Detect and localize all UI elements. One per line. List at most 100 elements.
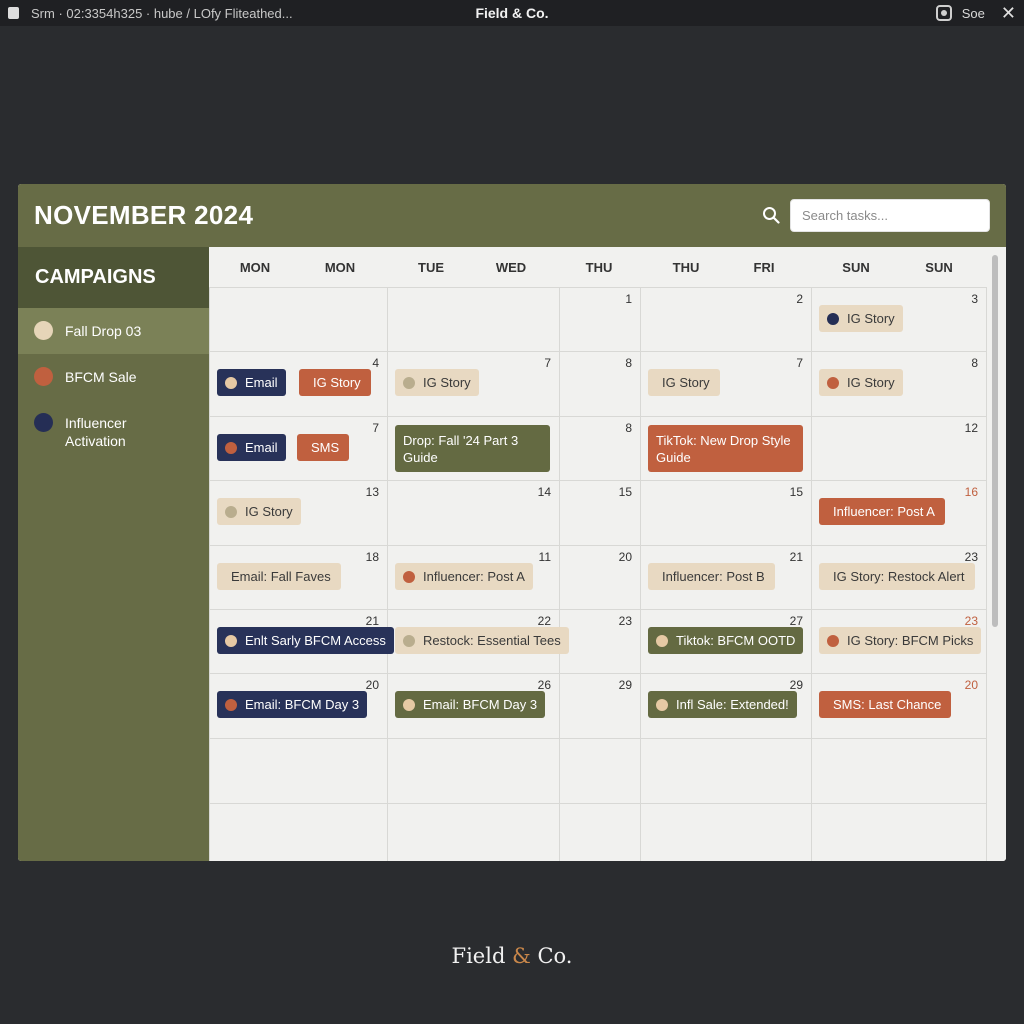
event-label: IG Story bbox=[662, 375, 710, 390]
day-number: 22 bbox=[537, 614, 551, 628]
event-pill[interactable]: Email: Fall Faves bbox=[217, 563, 341, 590]
event-pill[interactable]: IG Story bbox=[819, 305, 903, 332]
event-label: TikTok: New Drop Style Guide bbox=[656, 432, 791, 465]
day-number: 8 bbox=[625, 421, 632, 435]
event-pill[interactable]: Restock: Essential Tees bbox=[395, 627, 569, 654]
event-label: Restock: Essential Tees bbox=[423, 633, 561, 648]
event-dot-icon bbox=[225, 441, 237, 454]
event-pill[interactable]: SMS: Last Chance bbox=[819, 691, 952, 718]
campaign-label: BFCM Sale bbox=[65, 369, 137, 385]
event-dot-icon bbox=[827, 312, 839, 325]
event-pill[interactable]: IG Story: Restock Alert bbox=[819, 563, 975, 590]
event-pill[interactable]: Infl Sale: Extended! bbox=[648, 691, 797, 718]
day-number: 20 bbox=[964, 678, 978, 692]
day-number: 13 bbox=[365, 485, 379, 499]
event-label: Email: BFCM Day 3 bbox=[423, 697, 538, 712]
event-dot-icon bbox=[403, 570, 415, 583]
event-label: Drop: Fall '24 Part 3 Guide bbox=[403, 432, 519, 465]
event-label: Email bbox=[245, 440, 278, 455]
top-bar-label[interactable]: Soe bbox=[962, 6, 985, 21]
event-pill[interactable]: Influencer: Post A bbox=[819, 498, 945, 525]
calendar-header: NOVEMBER 2024 bbox=[18, 184, 1006, 247]
grid-row-line bbox=[209, 609, 986, 610]
event-pill[interactable]: IG Story bbox=[819, 369, 903, 396]
grid-row-line bbox=[209, 351, 986, 352]
day-number: 21 bbox=[789, 550, 803, 564]
grid-column-line bbox=[811, 287, 812, 861]
weekday-label: WED bbox=[495, 260, 527, 275]
event-pill[interactable]: Drop: Fall '24 Part 3 Guide bbox=[395, 425, 550, 472]
event-pill[interactable]: Email: BFCM Day 3 bbox=[217, 691, 368, 718]
event-label: Influencer: Post B bbox=[662, 569, 765, 584]
event-pill[interactable]: Email bbox=[217, 369, 286, 396]
event-pill[interactable]: Influencer: Post A bbox=[395, 563, 533, 590]
event-label: Enlt Sarly BFCM Access bbox=[245, 633, 386, 648]
weekday-label: SUN bbox=[925, 260, 953, 275]
event-label: Email: BFCM Day 3 bbox=[245, 697, 360, 712]
event-pill[interactable]: Email: BFCM Day 3 bbox=[395, 691, 546, 718]
grid-column-line bbox=[209, 287, 210, 861]
event-dot-icon bbox=[656, 698, 668, 711]
weekday-label: MON bbox=[324, 260, 356, 275]
search-input[interactable] bbox=[790, 199, 990, 232]
calendar-scrollbar[interactable] bbox=[992, 255, 998, 627]
weekday-label: FRI bbox=[753, 260, 775, 275]
event-dot-icon bbox=[225, 505, 237, 518]
top-bar: Srm · 02:3354h325 · hube / LOfy Fliteath… bbox=[0, 0, 1024, 26]
day-number: 29 bbox=[789, 678, 803, 692]
day-number: 11 bbox=[538, 550, 551, 564]
campaign-color-dot bbox=[34, 367, 53, 386]
day-number: 2 bbox=[796, 292, 803, 306]
event-pill[interactable]: Email bbox=[217, 434, 286, 461]
day-number: 29 bbox=[618, 678, 632, 692]
event-pill[interactable]: Influencer: Post B bbox=[648, 563, 775, 590]
event-pill[interactable]: Tiktok: BFCM OOTD bbox=[648, 627, 804, 654]
lock-icon bbox=[8, 7, 19, 19]
grid-column-line bbox=[559, 287, 560, 861]
day-number: 14 bbox=[537, 485, 551, 499]
event-label: Tiktok: BFCM OOTD bbox=[676, 633, 796, 648]
event-pill[interactable]: IG Story bbox=[299, 369, 371, 396]
brand-ampersand: & bbox=[512, 944, 531, 968]
status-text: Srm · 02:3354h325 · hube / LOfy Fliteath… bbox=[31, 5, 293, 21]
grid-row-line bbox=[209, 738, 986, 739]
grid-column-line bbox=[387, 287, 388, 861]
weekday-header: MON MON TUE WED THU THU FRI SUN SUN bbox=[209, 247, 986, 287]
event-dot-icon bbox=[656, 634, 668, 647]
close-icon[interactable]: ✕ bbox=[1001, 3, 1016, 24]
campaign-label: Influencer Activation bbox=[65, 415, 127, 449]
campaign-item[interactable]: Fall Drop 03 bbox=[18, 308, 209, 354]
event-label: SMS: Last Chance bbox=[833, 697, 942, 712]
event-label: IG Story bbox=[847, 311, 895, 326]
event-dot-icon bbox=[225, 376, 237, 389]
grid-row-line bbox=[209, 287, 986, 288]
campaign-item[interactable]: BFCM Sale bbox=[18, 354, 209, 400]
event-pill[interactable]: Enlt Sarly BFCM Access bbox=[217, 627, 394, 654]
weekday-label: MON bbox=[239, 260, 271, 275]
event-label: Influencer: Post A bbox=[423, 569, 525, 584]
event-label: Infl Sale: Extended! bbox=[676, 697, 789, 712]
month-title: NOVEMBER 2024 bbox=[34, 200, 254, 230]
event-label: IG Story bbox=[245, 504, 293, 519]
record-icon[interactable] bbox=[935, 5, 952, 21]
day-number: 23 bbox=[964, 550, 978, 564]
campaign-list: Fall Drop 03 BFCM Sale Influencer Activati… bbox=[18, 308, 209, 464]
grid-row-line bbox=[209, 480, 986, 481]
event-pill[interactable]: SMS bbox=[297, 434, 350, 461]
campaign-item[interactable]: Influencer Activation bbox=[18, 400, 209, 464]
event-pill[interactable]: IG Story bbox=[648, 369, 720, 396]
event-pill[interactable]: IG Story bbox=[217, 498, 301, 525]
event-dot-icon bbox=[403, 376, 415, 389]
event-label: IG Story bbox=[847, 375, 895, 390]
campaign-color-dot bbox=[34, 321, 53, 340]
event-dot-icon bbox=[403, 698, 415, 711]
weekday-label: THU bbox=[585, 260, 613, 275]
day-number: 23 bbox=[964, 614, 978, 628]
day-number: 7 bbox=[796, 356, 803, 370]
event-pill[interactable]: IG Story: BFCM Picks bbox=[819, 627, 982, 654]
event-pill[interactable]: TikTok: New Drop Style Guide bbox=[648, 425, 803, 472]
event-pill[interactable]: IG Story bbox=[395, 369, 479, 396]
day-number: 26 bbox=[537, 678, 551, 692]
campaign-label: Fall Drop 03 bbox=[65, 323, 142, 339]
search-icon[interactable] bbox=[762, 206, 780, 224]
